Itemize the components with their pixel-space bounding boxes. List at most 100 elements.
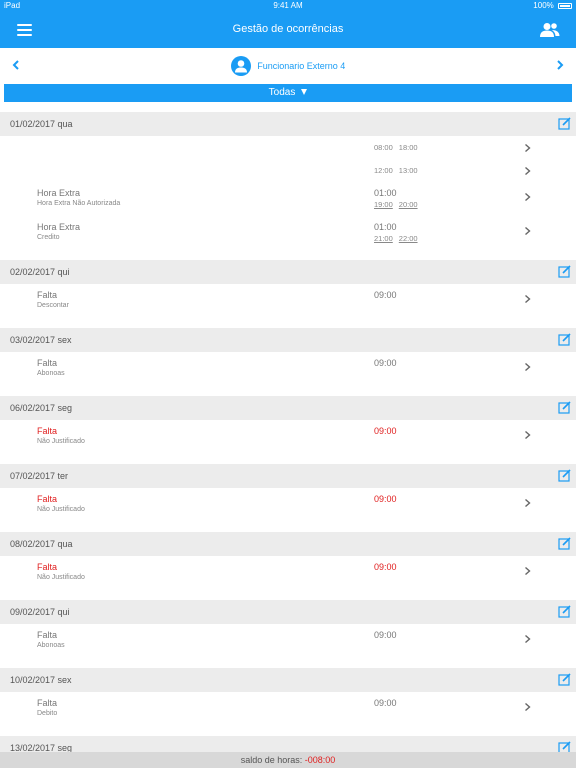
occurrence-type: Falta — [37, 630, 58, 640]
occurrence-duration: 01:00 — [374, 222, 397, 232]
occurrence-type: Hora Extra — [37, 222, 81, 232]
edit-icon[interactable] — [558, 741, 571, 752]
edit-icon[interactable] — [558, 537, 571, 550]
chevron-right-icon — [525, 702, 531, 712]
occurrence-row[interactable]: Falta Abonoas 09:00 — [0, 624, 576, 658]
occurrence-reason: Descontar — [37, 302, 69, 309]
day-entries: Falta Não Justificado 09:00 — [0, 420, 576, 464]
day-entries: Falta Descontar 09:00 — [0, 284, 576, 328]
next-employee-icon[interactable] — [553, 58, 567, 72]
occurrence-type: Falta — [37, 358, 58, 368]
occurrence-duration: 09:00 — [374, 358, 397, 368]
edit-icon[interactable] — [558, 117, 571, 130]
occurrence-duration: 09:00 — [374, 426, 397, 436]
hours-balance-label: saldo de horas: — [240, 755, 303, 765]
employee-bar: Funcionario Externo 4 — [0, 48, 576, 84]
day-date: 03/02/2017 sex — [10, 335, 72, 345]
time-range: 12:00 13:00 — [374, 166, 424, 175]
edit-icon[interactable] — [558, 401, 571, 414]
filter-label: Todas — [268, 87, 296, 98]
battery-status: 100% — [533, 1, 572, 10]
time-range: 08:00 18:00 — [374, 143, 424, 152]
day-entries: Falta Não Justificado 09:00 — [0, 488, 576, 532]
day-header: 08/02/2017 qua — [0, 532, 576, 556]
occurrence-row[interactable]: 08:00 18:00 — [0, 136, 576, 159]
edit-icon[interactable] — [558, 265, 571, 278]
occurrence-row[interactable]: Falta Abonoas 09:00 — [0, 352, 576, 386]
occurrence-reason: Debito — [37, 710, 58, 717]
day-date: 10/02/2017 sex — [10, 675, 72, 685]
occurrence-row[interactable]: Falta Não Justificado 09:00 — [0, 488, 576, 522]
time-value: 21:00 — [374, 234, 393, 243]
occurrence-reason: Hora Extra Não Autorizada — [37, 200, 121, 207]
day-date: 07/02/2017 ter — [10, 471, 69, 481]
day-header: 01/02/2017 qua — [0, 112, 576, 136]
occurrence-row[interactable]: 12:00 13:00 — [0, 159, 576, 182]
people-icon[interactable] — [540, 22, 560, 38]
occurrence-duration: 09:00 — [374, 494, 397, 504]
employee-selector[interactable]: Funcionario Externo 4 — [0, 56, 576, 76]
chevron-right-icon — [525, 566, 531, 576]
time-value: 22:00 — [398, 234, 418, 243]
occurrence-row[interactable]: Falta Não Justificado 09:00 — [0, 556, 576, 590]
time-value: 18:00 — [398, 143, 418, 152]
occurrence-duration: 09:00 — [374, 630, 397, 640]
occurrence-row[interactable]: Hora Extra Hora Extra Não Autorizada 01:00… — [0, 182, 576, 216]
hours-balance-footer: saldo de horas: -008:00 — [0, 752, 576, 768]
hours-balance-value: -008:00 — [304, 755, 336, 765]
caret-down-icon — [301, 89, 308, 95]
day-entries: Falta Abonoas 09:00 — [0, 352, 576, 396]
time-value: 13:00 — [398, 166, 418, 175]
chevron-right-icon — [525, 498, 531, 508]
occurrence-row[interactable]: Falta Não Justificado 09:00 — [0, 420, 576, 454]
occurrence-list[interactable]: 01/02/2017 qua 08:00 18:00 12:00 13:00 Hora E… — [0, 112, 576, 752]
day-date: 09/02/2017 qui — [10, 607, 70, 617]
occurrence-reason: Não Justificado — [37, 574, 85, 581]
chevron-right-icon — [525, 192, 531, 202]
filter-dropdown[interactable]: Todas — [4, 84, 572, 102]
occurrence-reason: Não Justificado — [37, 506, 85, 513]
occurrence-type: Falta — [37, 698, 58, 708]
day-header: 07/02/2017 ter — [0, 464, 576, 488]
occurrence-type: Falta — [37, 494, 58, 504]
edit-icon[interactable] — [558, 469, 571, 482]
edit-icon[interactable] — [558, 333, 571, 346]
occurrence-reason: Não Justificado — [37, 438, 85, 445]
edit-icon[interactable] — [558, 605, 571, 618]
day-header: 13/02/2017 seg — [0, 736, 576, 752]
chevron-right-icon — [525, 226, 531, 236]
occurrence-duration: 09:00 — [374, 698, 397, 708]
chevron-right-icon — [525, 166, 531, 176]
day-date: 01/02/2017 qua — [10, 119, 73, 129]
time-value: 12:00 — [374, 166, 393, 175]
occurrence-reason: Credito — [37, 234, 60, 241]
day-date: 06/02/2017 seg — [10, 403, 73, 413]
occurrence-row[interactable]: Falta Descontar 09:00 — [0, 284, 576, 318]
day-header: 06/02/2017 seg — [0, 396, 576, 420]
chevron-right-icon — [525, 294, 531, 304]
battery-icon — [558, 3, 572, 9]
chevron-right-icon — [525, 362, 531, 372]
edit-icon[interactable] — [558, 673, 571, 686]
chevron-right-icon — [525, 143, 531, 153]
occurrence-row[interactable]: Hora Extra Credito 01:00 21:00 22:00 — [0, 216, 576, 250]
avatar-icon — [230, 56, 251, 76]
occurrence-reason: Abonoas — [37, 370, 65, 377]
occurrence-duration: 01:00 — [374, 188, 397, 198]
nav-bar: Gestão de ocorrências — [0, 12, 576, 48]
occurrence-duration: 09:00 — [374, 290, 397, 300]
occurrence-type: Falta — [37, 562, 58, 572]
day-date: 08/02/2017 qua — [10, 539, 73, 549]
day-date: 13/02/2017 seg — [10, 743, 73, 752]
chevron-right-icon — [525, 430, 531, 440]
occurrence-type: Hora Extra — [37, 188, 81, 198]
day-entries: 08:00 18:00 12:00 13:00 Hora Extra Hora Extra… — [0, 136, 576, 260]
status-time: 9:41 AM — [273, 1, 303, 10]
occurrence-reason: Abonoas — [37, 642, 65, 649]
occurrence-type: Falta — [37, 426, 58, 436]
day-entries: Falta Abonoas 09:00 — [0, 624, 576, 668]
occurrence-row[interactable]: Falta Debito 09:00 — [0, 692, 576, 726]
battery-percent: 100% — [533, 1, 554, 10]
employee-name: Funcionario Externo 4 — [257, 61, 346, 71]
time-value: 08:00 — [374, 143, 393, 152]
